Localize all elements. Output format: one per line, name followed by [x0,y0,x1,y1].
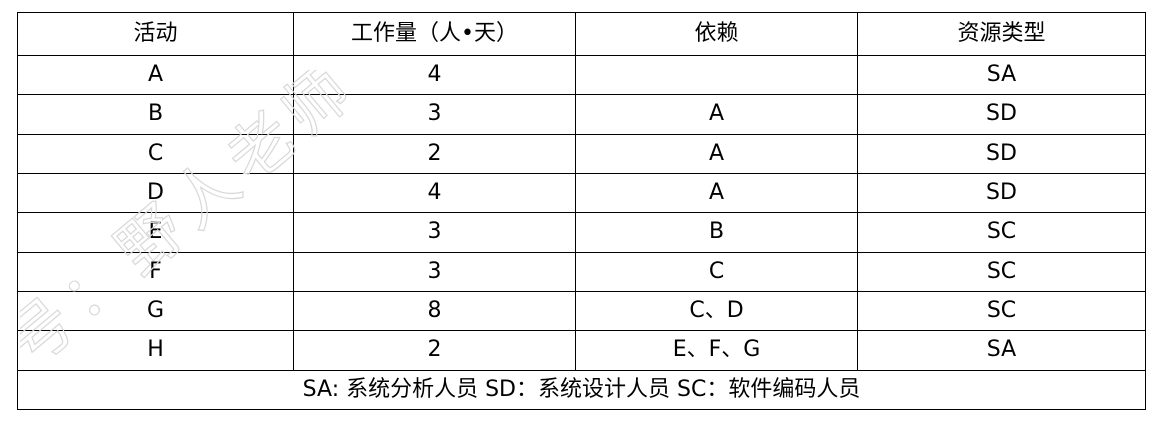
cell-resource-type: SA [857,330,1146,371]
cell-workload: 2 [293,330,576,371]
cell-activity: C [17,133,294,174]
cell-resource-type: SC [857,290,1146,332]
header-dependency: 依赖 [575,12,858,56]
cell-workload: 8 [293,290,576,332]
activity-table: 活动 工作量（人•天） 依赖 资源类型 A 4 SA B 3 A SD C 2 … [17,12,1146,411]
cell-workload: 3 [293,94,576,135]
table-row: E 3 B SC [17,212,1146,253]
table-row: B 3 A SD [17,94,1146,135]
cell-workload: 3 [293,251,576,292]
cell-resource-type: SD [857,133,1146,174]
cell-workload: 4 [293,54,576,96]
cell-activity: H [17,330,294,371]
cell-dependency: A [575,133,858,174]
footnote-row: SA: 系统分析人员 SD：系统设计人员 SC：软件编码人员 [17,369,1146,411]
cell-activity: D [17,172,294,214]
cell-dependency [575,54,858,96]
cell-activity: B [17,94,294,135]
cell-activity: F [17,251,294,292]
header-row: 活动 工作量（人•天） 依赖 资源类型 [17,12,1146,56]
cell-dependency: B [575,212,858,253]
cell-dependency: E、F、G [575,330,858,371]
header-workload: 工作量（人•天） [293,12,576,56]
cell-dependency: C [575,251,858,292]
cell-resource-type: SA [857,54,1146,96]
cell-dependency: C、D [575,290,858,332]
resource-legend-note: SA: 系统分析人员 SD：系统设计人员 SC：软件编码人员 [17,369,1146,411]
table-row: D 4 A SD [17,172,1146,214]
table-row: G 8 C、D SC [17,290,1146,332]
cell-dependency: A [575,94,858,135]
header-resource-type: 资源类型 [857,12,1146,56]
cell-workload: 4 [293,172,576,214]
cell-resource-type: SC [857,212,1146,253]
cell-resource-type: SD [857,94,1146,135]
cell-workload: 2 [293,133,576,174]
cell-activity: A [17,54,294,96]
cell-dependency: A [575,172,858,214]
cell-resource-type: SC [857,251,1146,292]
cell-resource-type: SD [857,172,1146,214]
table-row: H 2 E、F、G SA [17,330,1146,371]
cell-workload: 3 [293,212,576,253]
table-row: A 4 SA [17,54,1146,96]
header-activity: 活动 [17,12,294,56]
table-row: C 2 A SD [17,133,1146,174]
cell-activity: G [17,290,294,332]
cell-activity: E [17,212,294,253]
table-row: F 3 C SC [17,251,1146,292]
